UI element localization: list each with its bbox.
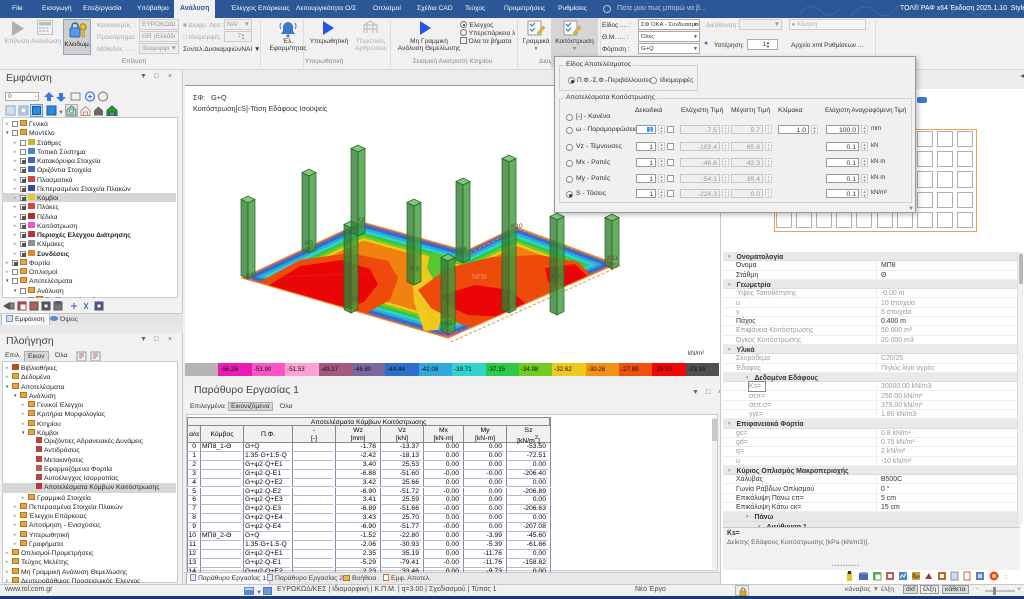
svg-text:K4: K4 (350, 296, 358, 303)
svg-text:K7: K7 (552, 274, 560, 281)
svg-text:K11: K11 (607, 255, 618, 262)
svg-text:K1: K1 (246, 272, 254, 279)
svg-text:K6: K6 (459, 246, 467, 253)
svg-text:K3: K3 (501, 296, 509, 303)
svg-text:K9: K9 (305, 240, 313, 247)
svg-text:K10: K10 (511, 223, 523, 230)
svg-text:K2: K2 (444, 320, 452, 327)
svg-text:K5: K5 (411, 266, 419, 273)
svg-text::: : (1005, 574, 1007, 581)
svg-text:MΠ8: MΠ8 (472, 274, 487, 281)
svg-text:K8: K8 (357, 217, 365, 224)
svg-text:▼: ▼ (58, 110, 64, 116)
